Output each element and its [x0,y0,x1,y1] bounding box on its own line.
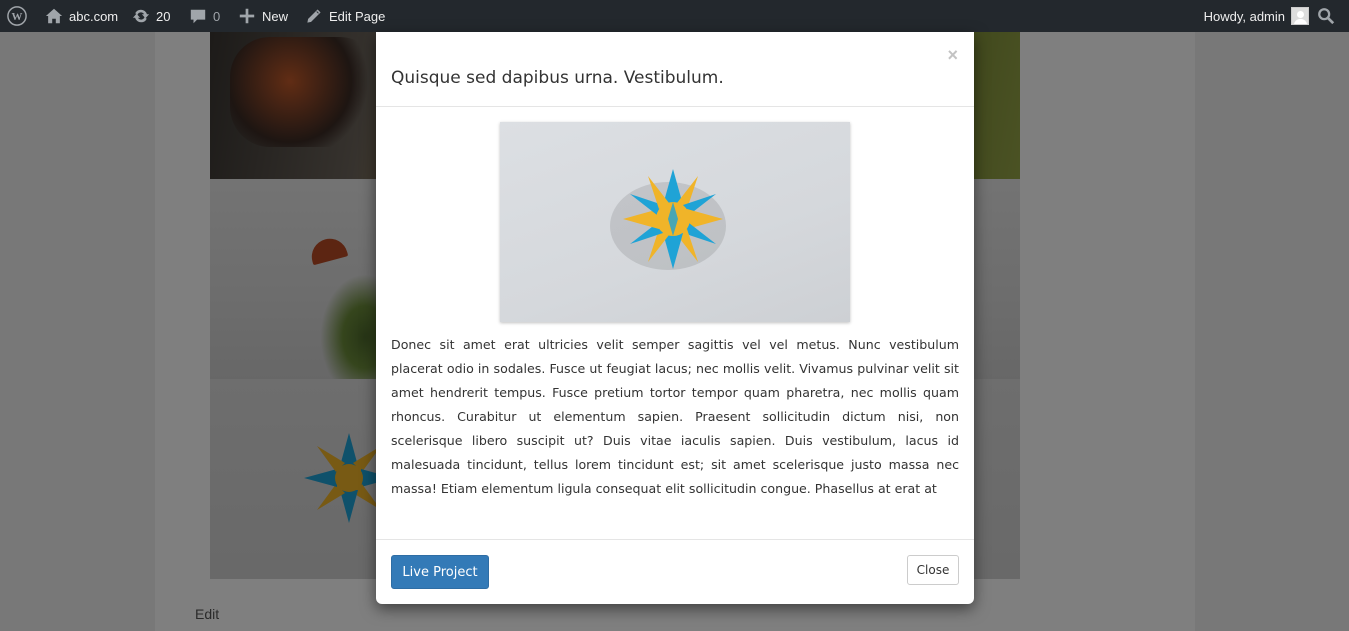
pencil-icon [304,6,324,26]
edit-page-link[interactable]: Edit Page [304,0,385,32]
comment-icon [188,6,208,26]
my-account-menu[interactable]: Howdy, admin [1204,0,1309,32]
site-name-label: abc.com [69,8,119,24]
comments-link[interactable]: 0 [188,0,220,32]
new-label: New [262,8,289,24]
live-project-button[interactable]: Live Project [391,555,489,589]
howdy-label: Howdy, admin [1203,8,1285,24]
updates-link[interactable]: 20 [131,0,170,32]
modal-title: Quisque sed dapibus urna. Vestibulum. [391,68,724,88]
home-icon [44,6,64,26]
modal-footer-divider [376,539,974,540]
updates-icon [131,6,151,26]
admin-bar: W abc.com 20 0 New Edit Page Howdy, admi… [0,0,1349,32]
admin-search[interactable] [1316,0,1341,32]
origami-star-graphic [610,169,726,270]
new-content-menu[interactable]: New [237,0,288,32]
modal-project-image [500,122,850,322]
edit-page-label: Edit Page [329,8,386,24]
close-button[interactable]: Close [907,555,959,585]
wordpress-icon: W [7,6,27,26]
close-icon[interactable]: × [947,45,958,66]
modal-body-text: Donec sit amet erat ultricies velit semp… [391,337,959,496]
svg-text:W: W [12,11,23,23]
search-icon [1316,6,1336,26]
site-name-link[interactable]: abc.com [44,0,118,32]
plus-icon [237,6,257,26]
wordpress-menu[interactable]: W [7,0,32,32]
updates-count: 20 [156,8,171,24]
avatar [1291,7,1309,25]
comments-count: 0 [213,8,221,24]
project-modal: × Quisque sed dapibus urna. Vestibulum. [376,32,974,604]
modal-header-divider [376,106,974,107]
